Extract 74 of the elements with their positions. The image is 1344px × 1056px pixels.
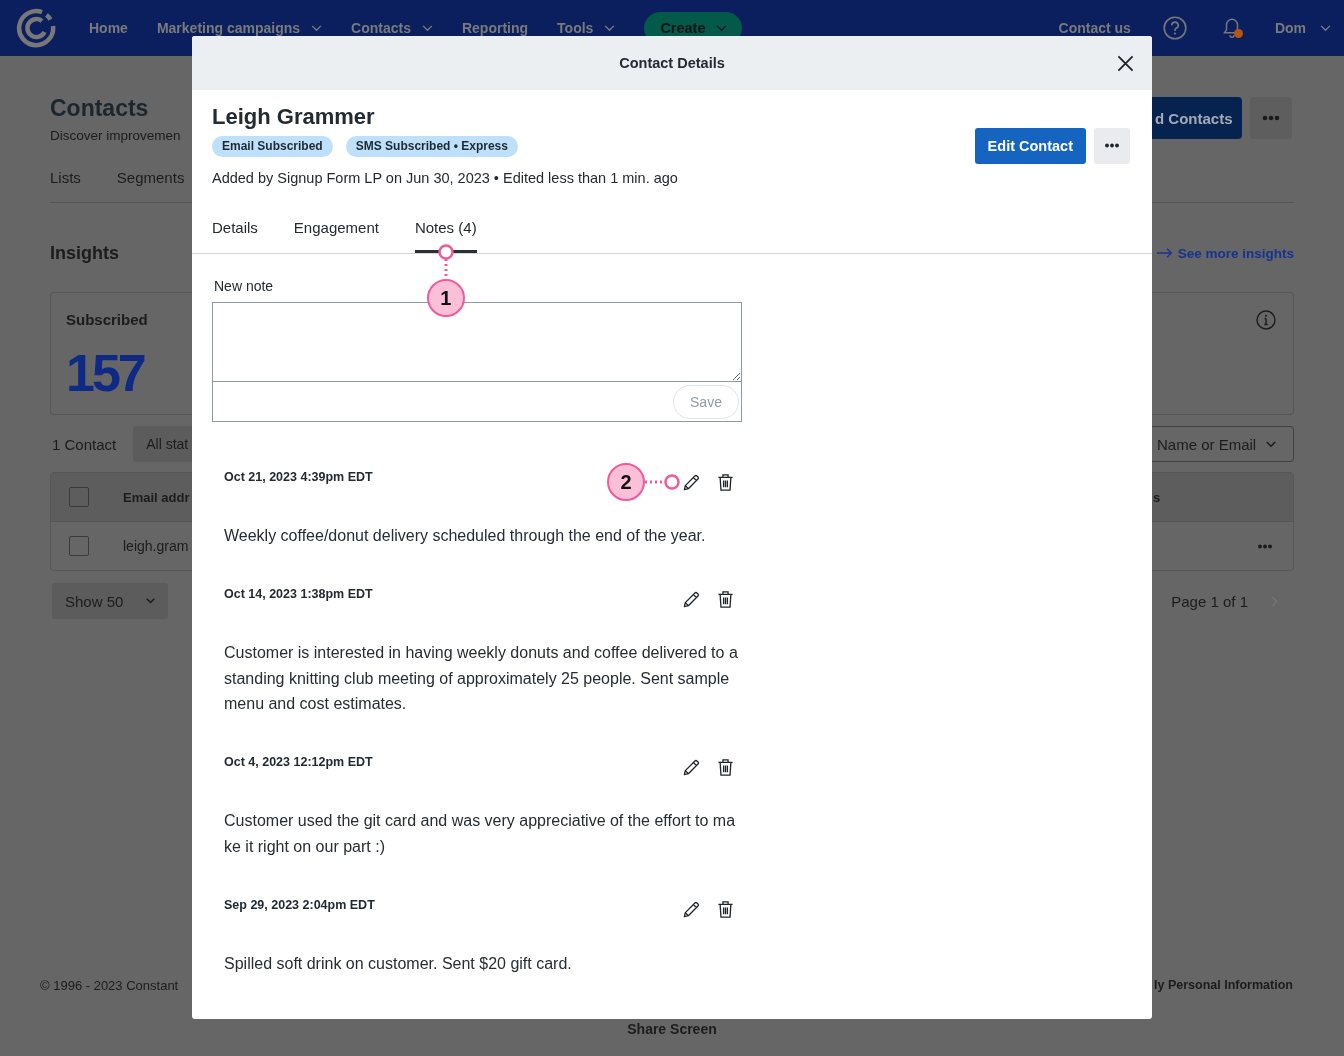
- note-date: Oct 14, 2023 1:38pm EDT: [224, 586, 373, 602]
- contact-meta-text: Added by Signup Form LP on Jun 30, 2023 • Edited less than 1 min. ago: [212, 169, 678, 188]
- chevron-down-icon: [715, 24, 727, 32]
- dialog-title: Contact Details: [619, 55, 725, 71]
- info-icon[interactable]: [1256, 310, 1276, 330]
- chevron-down-icon: [311, 24, 323, 32]
- page-subtitle: Discover improvemen: [50, 127, 181, 145]
- checkbox[interactable]: [69, 536, 89, 556]
- callout-number: 2: [607, 463, 645, 501]
- edit-icon[interactable]: [682, 589, 701, 609]
- share-screen-link[interactable]: Share Screen: [627, 1021, 717, 1037]
- nav-menu-item[interactable]: Contacts: [351, 20, 433, 36]
- edit-contact-button[interactable]: Edit Contact: [974, 127, 1086, 164]
- help-icon[interactable]: [1162, 16, 1187, 40]
- logo-icon[interactable]: [16, 8, 56, 48]
- tab[interactable]: Engagement: [293, 218, 379, 253]
- chevron-down-icon: [1320, 24, 1331, 32]
- table-cell: leigh.gram: [123, 538, 189, 554]
- note-date: Sep 29, 2023 2:04pm EDT: [224, 896, 375, 913]
- more-button[interactable]: [1094, 127, 1130, 164]
- checkbox[interactable]: [69, 487, 89, 507]
- nav-menu-item[interactable]: Home: [89, 20, 128, 36]
- pagination-label: Page 1 of 1: [1171, 592, 1248, 610]
- note-text: Spilled soft drink on customer. Sent $20 gift card.: [224, 953, 573, 974]
- close-icon[interactable]: [1117, 54, 1134, 72]
- chevron-down-icon: [146, 598, 155, 604]
- card-value: 157: [66, 345, 144, 401]
- callout-number: 1: [426, 279, 465, 317]
- chevron-down-icon: [604, 24, 616, 32]
- status-tag: SMS Subscribed • Express: [345, 136, 518, 157]
- page-tab[interactable]: Segments: [116, 168, 185, 188]
- nav-menu-item[interactable]: Reporting: [461, 20, 529, 36]
- delete-icon[interactable]: [717, 589, 734, 609]
- more-icon[interactable]: [1257, 543, 1273, 549]
- page-tab[interactable]: Lists: [50, 168, 81, 188]
- delete-icon[interactable]: [717, 472, 734, 492]
- tab[interactable]: Details: [212, 218, 258, 253]
- note-date: Oct 21, 2023 4:39pm EDT: [224, 469, 373, 485]
- status-filter-dropdown[interactable]: All stat: [133, 426, 192, 462]
- note-date: Oct 4, 2023 12:12pm EDT: [224, 754, 373, 770]
- field-label: New note: [214, 278, 274, 294]
- note-text: Weekly coffee/donut delivery scheduled through the end of the year.: [224, 526, 707, 546]
- privacy-link[interactable]: ly Personal Information: [1154, 978, 1293, 992]
- more-icon: [1262, 115, 1280, 121]
- delete-icon[interactable]: [717, 900, 734, 919]
- more-icon: [1104, 143, 1120, 148]
- card-label: Subscribed: [66, 310, 148, 330]
- column-header: Email addr: [123, 489, 190, 505]
- user-menu-button[interactable]: Dom: [1274, 20, 1331, 36]
- page-title: Contacts: [50, 94, 149, 122]
- callout-leader: [437, 244, 454, 279]
- edit-icon[interactable]: [682, 757, 701, 777]
- chevron-down-icon: [1266, 440, 1276, 448]
- column-header: s: [1153, 489, 1161, 505]
- arrow-right-icon: [1156, 247, 1173, 259]
- chevron-down-icon: [421, 24, 433, 32]
- see-more-insights-link[interactable]: See more insights: [1177, 245, 1294, 261]
- copyright-text: © 1996 - 2023 Constant: [40, 977, 179, 993]
- section-title: Insights: [50, 242, 119, 264]
- nav-menu-item[interactable]: Tools: [557, 20, 616, 36]
- page-size-dropdown[interactable]: Show 50: [52, 583, 168, 619]
- nav-menu-item[interactable]: Marketing campaigns: [156, 20, 323, 36]
- contact-count: 1 Contact: [52, 435, 117, 453]
- edit-icon[interactable]: [682, 900, 701, 919]
- status-tag: Email Subscribed: [212, 136, 333, 157]
- contact-name: Leigh Grammer: [212, 103, 375, 131]
- more-button[interactable]: [1250, 97, 1292, 139]
- edit-icon[interactable]: [682, 472, 701, 492]
- callout-leader: [645, 474, 680, 490]
- delete-icon[interactable]: [717, 757, 734, 777]
- add-contacts-button[interactable]: d Contacts: [1152, 97, 1242, 139]
- note-text: Customer used the git card and was very appreciative of the effort to make it right on our part :): [224, 811, 737, 857]
- contact-us-link[interactable]: Contact us: [1058, 20, 1131, 36]
- note-text: Customer is interested in having weekly donuts and coffee delivered to a standing knitting club meeting of approximately 25 people. Sent sample menu and cost estimates.: [224, 643, 739, 714]
